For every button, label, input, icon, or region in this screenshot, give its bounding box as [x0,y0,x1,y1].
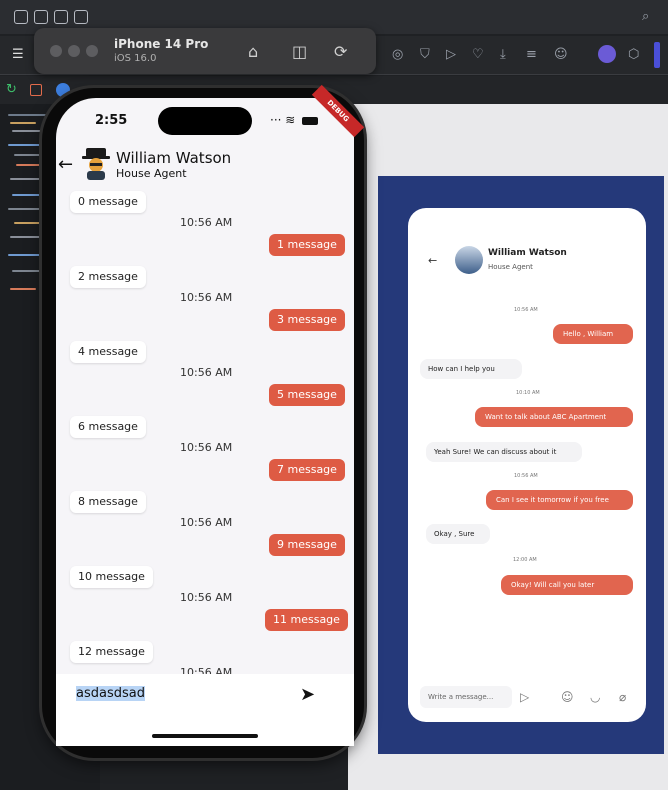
back-arrow-icon[interactable]: ← [58,154,73,175]
close-window-dot[interactable] [50,45,62,57]
timestamp: 12:00 AM [513,557,537,563]
outgoing-bubble: 3 message [269,309,345,331]
outgoing-bubble: Hello , William [553,324,633,344]
stop-icon[interactable] [30,84,42,96]
timestamp: 10:56 AM [180,666,233,674]
outgoing-bubble: 9 message [269,534,345,556]
timestamp: 10:56 AM [180,591,233,604]
screenshot-icon[interactable]: ◫ [292,42,307,61]
preview-contact-name: William Watson [488,248,567,258]
design-chat-card [408,208,646,722]
timestamp: 10:56 AM [180,216,233,229]
avatar [455,246,483,274]
input-value: asdasdsad [76,686,145,701]
camera-icon[interactable]: ◎ [392,48,403,62]
simulator-os-version: iOS 16.0 [114,53,157,64]
incoming-bubble: Okay , Sure [426,524,490,544]
avatar [82,148,110,180]
battery-icon [302,116,319,125]
home-icon[interactable]: ⌂ [248,42,258,61]
incoming-bubble: How can I help you [420,359,522,379]
back-arrow-icon[interactable]: ← [428,254,437,267]
outgoing-bubble: Want to talk about ABC Apartment [475,407,633,427]
timestamp: 10:56 AM [180,366,233,379]
play-icon[interactable]: ▷ [446,48,456,62]
signal-icon: ··· [270,113,282,127]
incoming-bubble: 0 message [70,191,146,213]
panel-split-icon[interactable] [54,10,68,24]
message-input[interactable]: asdasdsad [76,686,145,701]
incoming-bubble: 6 message [70,416,146,438]
send-icon[interactable]: ➤ [300,684,315,705]
shield-icon[interactable]: ⛉ [420,48,430,62]
dynamic-island [158,107,252,135]
accent-bar [654,42,660,68]
home-indicator [152,734,258,738]
wifi-icon: ≋ [285,113,296,127]
extension-icon[interactable] [598,45,616,63]
sidebar-left-icon[interactable] [14,10,28,24]
cube-icon[interactable]: ⬡ [628,48,639,62]
outgoing-bubble: Okay! Will call you later [501,575,633,595]
panel-bottom-icon[interactable] [34,10,48,24]
message-list: 0 message 10:56 AM 1 message 2 message 1… [56,186,354,674]
timestamp: 10:56 AM [180,516,233,529]
minimize-window-dot[interactable] [68,45,80,57]
timestamp: 10:10 AM [516,390,540,396]
emoji-icon[interactable]: ☺ [561,690,574,704]
search-icon[interactable]: ⌕ [642,10,649,24]
list-icon[interactable]: ☰ [12,48,24,62]
timestamp: 10:56 AM [180,291,233,304]
download-icon[interactable]: ⤓ [500,48,506,62]
layout-grid-icon[interactable] [74,10,88,24]
preview-contact-role: House Agent [488,263,533,271]
contact-name: William Watson [116,149,232,167]
timestamp: 10:56 AM [514,473,538,479]
simulator-device-name: iPhone 14 Pro [114,37,209,51]
refresh-icon[interactable]: ↻ [6,83,17,97]
heart-icon[interactable]: ♡ [472,48,484,62]
incoming-bubble: 4 message [70,341,146,363]
timestamp: 10:56 AM [514,307,538,313]
timestamp: 10:56 AM [180,441,233,454]
outgoing-bubble: Can I see it tomorrow if you free [486,490,633,510]
status-icons: ··· ≋ [270,113,319,127]
settings-icon[interactable]: ≡ [526,48,537,62]
simulator-titlebar: iPhone 14 Pro iOS 16.0 ⌂ ◫ ⟳ [34,28,376,74]
user-icon[interactable]: ☺ [554,48,568,62]
outgoing-bubble: 1 message [269,234,345,256]
status-time: 2:55 [95,113,128,128]
microphone-icon[interactable]: ◡ [590,690,600,704]
outgoing-bubble: 7 message [269,459,345,481]
incoming-bubble: 12 message [70,641,153,663]
rotate-icon[interactable]: ⟳ [334,42,347,61]
zoom-window-dot[interactable] [86,45,98,57]
outgoing-bubble: 5 message [269,384,345,406]
preview-input-placeholder: Write a message... [428,693,494,701]
attachment-icon[interactable]: ⌀ [619,690,626,704]
contact-role: House Agent [116,167,187,180]
incoming-bubble: 8 message [70,491,146,513]
outgoing-bubble: 11 message [265,609,348,631]
incoming-bubble: Yeah Sure! We can discuss about it [426,442,582,462]
incoming-bubble: 2 message [70,266,146,288]
send-icon[interactable]: ▷ [520,690,529,704]
incoming-bubble: 10 message [70,566,153,588]
